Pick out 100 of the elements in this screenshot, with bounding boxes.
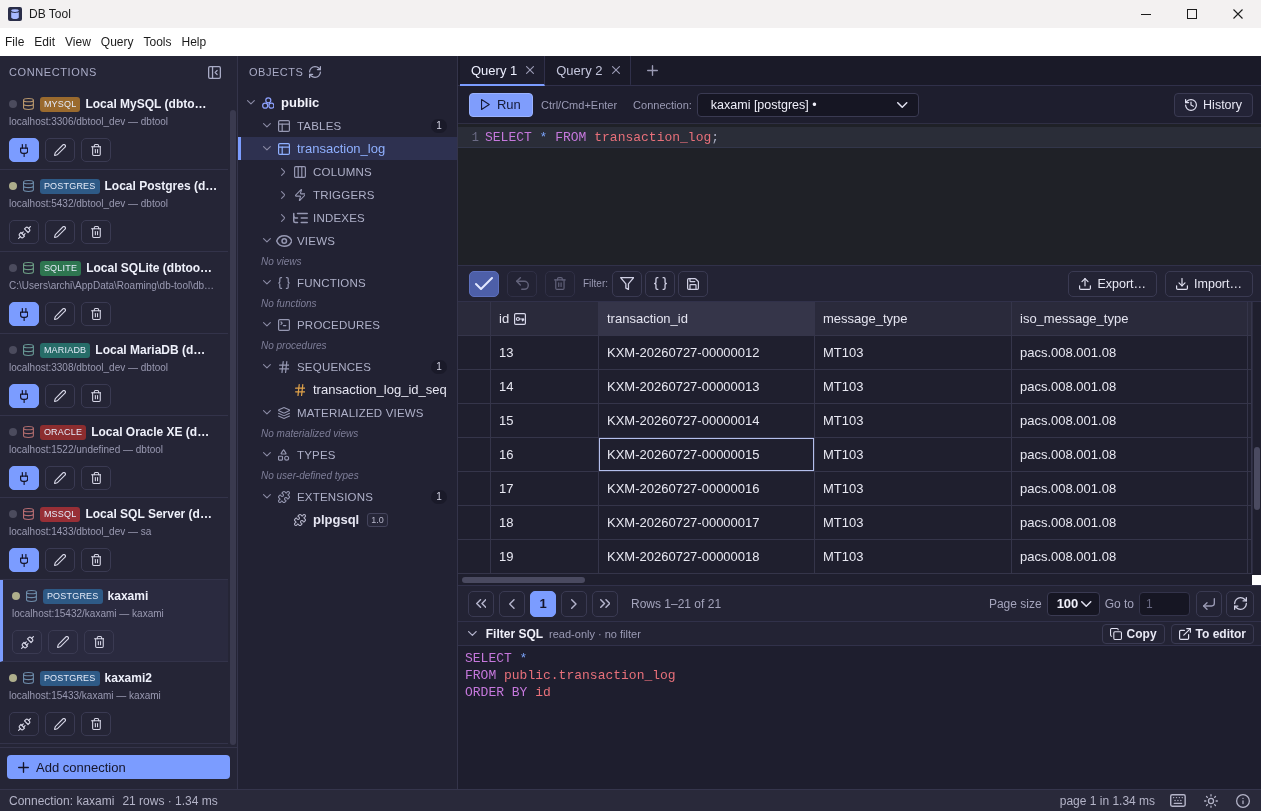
add-connection-button[interactable]: Add connection <box>7 755 230 779</box>
edit-button[interactable] <box>45 302 75 326</box>
delete-button[interactable] <box>84 630 114 654</box>
column-header[interactable]: iso_message_type <box>1012 302 1248 336</box>
tree-item[interactable]: FUNCTIONS <box>238 271 457 294</box>
panel-left-icon[interactable] <box>208 65 221 79</box>
delete-button[interactable] <box>81 466 111 490</box>
tree-item[interactable]: INDEXES <box>238 206 457 229</box>
page-size-select[interactable]: 100 <box>1046 591 1100 616</box>
menu-item[interactable]: Query <box>95 31 139 53</box>
edit-button[interactable] <box>45 384 75 408</box>
chevron-down-icon[interactable] <box>263 364 271 369</box>
sql-filter-button[interactable] <box>645 270 675 297</box>
chevron-down-icon[interactable] <box>263 494 271 499</box>
go-button[interactable] <box>1196 590 1222 617</box>
connection-select[interactable]: kaxami [postgres] • <box>696 92 919 117</box>
query-tab[interactable]: Query 1 <box>460 56 546 86</box>
tree-item[interactable]: plpgsql 1.0 <box>238 508 457 531</box>
column-header[interactable]: message_type <box>815 302 1012 336</box>
delete-button[interactable] <box>81 384 111 408</box>
tree-item[interactable]: transaction_log_id_seq <box>238 378 457 401</box>
apply-button[interactable] <box>469 270 499 297</box>
run-button[interactable]: Run <box>469 92 533 117</box>
info-icon[interactable] <box>1236 793 1250 808</box>
connection-card[interactable]: MYSQL Local MySQL (dbto… localhost:3306/dbtool_dev — dbtool <box>0 88 228 170</box>
close-icon[interactable] <box>526 66 535 74</box>
tree-item[interactable]: TYPES <box>238 443 457 466</box>
copy-button[interactable]: Copy <box>1101 623 1165 644</box>
close-icon[interactable] <box>611 66 620 74</box>
scrollbar-thumb[interactable] <box>229 110 236 745</box>
connection-card[interactable]: SQLITE Local SQLite (dbtoo… C:\Users\archi\AppData\Roaming\db-tool\db… <box>0 252 228 334</box>
disconnect-button[interactable] <box>12 630 42 654</box>
tree-item[interactable]: EXTENSIONS 1 <box>238 485 457 508</box>
tree-item[interactable]: public <box>238 91 457 114</box>
next-page-button[interactable] <box>561 590 587 617</box>
tree-item[interactable]: SEQUENCES 1 <box>238 355 457 378</box>
sun-icon[interactable] <box>1204 793 1218 808</box>
edit-button[interactable] <box>45 220 75 244</box>
chevron-down-icon[interactable] <box>263 322 271 327</box>
menu-item[interactable]: Edit <box>29 31 61 53</box>
connection-card[interactable]: ORACLE Local Oracle XE (d… localhost:1522/undefined — dbtool <box>0 416 228 498</box>
refresh-button[interactable] <box>1226 590 1254 617</box>
chevron-right-icon[interactable] <box>280 213 286 222</box>
chevron-down-icon[interactable] <box>263 280 271 285</box>
menu-item[interactable]: File <box>0 31 30 53</box>
edit-button[interactable] <box>45 548 75 572</box>
tree-item[interactable]: VIEWS <box>238 229 457 252</box>
connection-card[interactable]: POSTGRES kaxami localhost:15432/kaxami — kaxami <box>0 580 228 662</box>
chevron-down-icon[interactable] <box>263 452 271 457</box>
tree-item[interactable]: TABLES 1 <box>238 114 457 137</box>
last-page-button[interactable] <box>592 590 618 617</box>
filter-button[interactable] <box>612 270 642 297</box>
to-editor-button[interactable]: To editor <box>1170 623 1254 644</box>
menu-item[interactable]: View <box>60 31 96 53</box>
chevron-right-icon[interactable] <box>280 190 286 199</box>
connect-button[interactable] <box>9 302 39 326</box>
delete-button[interactable] <box>81 712 111 736</box>
go-to-field[interactable]: 1 <box>1139 591 1190 616</box>
connection-card[interactable]: POSTGRES Local Postgres (d… localhost:5432/dbtool_dev — dbtool <box>0 170 228 252</box>
delete-button[interactable] <box>81 302 111 326</box>
chevron-down-icon[interactable] <box>263 410 271 415</box>
edit-button[interactable] <box>45 138 75 162</box>
tree-item[interactable]: MATERIALIZED VIEWS <box>238 401 457 424</box>
plus-icon[interactable] <box>646 65 658 76</box>
first-page-button[interactable] <box>468 590 494 617</box>
chevron-down-icon[interactable] <box>468 631 477 636</box>
tree-item[interactable]: PROCEDURES <box>238 313 457 336</box>
edit-button[interactable] <box>45 466 75 490</box>
chevron-down-icon[interactable] <box>247 100 255 105</box>
column-header[interactable]: transaction_id <box>599 302 815 336</box>
delete-button[interactable] <box>81 548 111 572</box>
connection-card[interactable]: POSTGRES kaxami2 localhost:15433/kaxami — kaxami <box>0 662 228 744</box>
page-button[interactable]: 1 <box>530 590 556 617</box>
connection-card[interactable]: MARIADB Local MariaDB (d… localhost:3308/dbtool_dev — dbtool <box>0 334 228 416</box>
delete-button[interactable] <box>81 138 111 162</box>
export-button[interactable]: Export… <box>1068 270 1158 297</box>
scrollbar-thumb[interactable] <box>462 577 585 583</box>
history-button[interactable]: History <box>1174 92 1253 117</box>
refresh-icon[interactable] <box>309 66 322 78</box>
keyboard-icon[interactable] <box>1170 794 1186 807</box>
save-button[interactable] <box>678 270 708 297</box>
import-button[interactable]: Import… <box>1165 270 1253 297</box>
tree-item[interactable]: TRIGGERS <box>238 183 457 206</box>
connect-button[interactable] <box>9 138 39 162</box>
connect-button[interactable] <box>9 548 39 572</box>
disconnect-button[interactable] <box>9 220 39 244</box>
chevron-down-icon[interactable] <box>263 123 271 128</box>
chevron-right-icon[interactable] <box>280 167 286 176</box>
edit-button[interactable] <box>48 630 78 654</box>
chevron-down-icon[interactable] <box>263 238 271 243</box>
connect-button[interactable] <box>9 466 39 490</box>
query-tab[interactable]: Query 2 <box>545 56 631 86</box>
chevron-down-icon[interactable] <box>263 146 271 151</box>
edit-button[interactable] <box>45 712 75 736</box>
tree-item[interactable]: COLUMNS <box>238 160 457 183</box>
menu-item[interactable]: Tools <box>138 31 177 53</box>
menu-item[interactable]: Help <box>176 31 212 53</box>
previous-page-button[interactable] <box>499 590 525 617</box>
scrollbar-thumb[interactable] <box>1254 447 1260 510</box>
disconnect-button[interactable] <box>9 712 39 736</box>
